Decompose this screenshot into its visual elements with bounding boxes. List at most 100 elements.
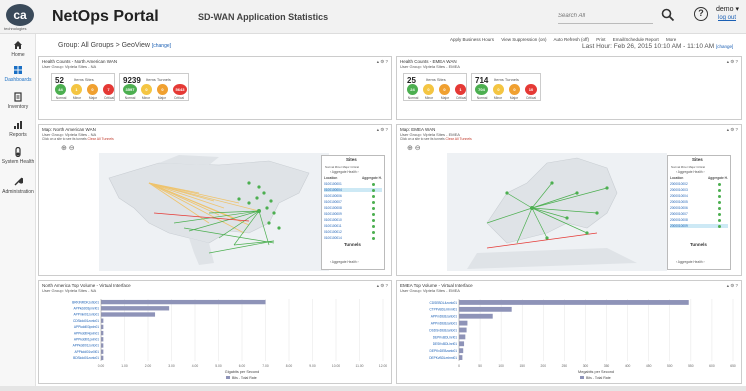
- inventory-icon: [14, 92, 22, 102]
- zoom-controls[interactable]: ⊕ ⊖: [407, 144, 421, 152]
- clear-tunnels-link[interactable]: Clear All Tunnels: [446, 137, 472, 141]
- tunnels-minor-badge[interactable]: 0: [141, 84, 152, 95]
- clear-tunnels-link[interactable]: Clear All Tunnels: [88, 137, 114, 141]
- panel-subtitle: User Group: Viptela Sites - NA: [42, 64, 97, 69]
- location-row[interactable]: 2000010002: [670, 182, 688, 186]
- ca-logo[interactable]: ca: [6, 4, 34, 26]
- location-row[interactable]: 0100100011: [324, 224, 342, 228]
- sidebar-item-administration[interactable]: Administration: [0, 177, 36, 195]
- col-health: Aggregate H.: [362, 176, 382, 180]
- email-schedule-button[interactable]: Email/Schedule Report: [613, 37, 659, 42]
- health-counts-na-panel: Health Counts - North American WAN User …: [38, 56, 392, 120]
- help-icon[interactable]: ?: [694, 7, 708, 21]
- status-label: Major: [88, 96, 98, 100]
- sidebar-item-reports[interactable]: Reports: [0, 120, 36, 138]
- search-icon[interactable]: [661, 8, 675, 22]
- location-row[interactable]: 0100100007: [324, 200, 342, 204]
- gear-icon[interactable]: ▴ ⚙ ?: [727, 127, 738, 133]
- location-row[interactable]: 2000010004: [670, 194, 688, 198]
- sidebar-item-home[interactable]: Home: [0, 40, 36, 58]
- location-row[interactable]: 2000010006: [670, 206, 688, 210]
- location-health-dot: [718, 207, 721, 210]
- aggregate-toggle[interactable]: ‹ Aggregate Health ›: [330, 170, 359, 174]
- top-volume-na-panel: North America Top Volume - Virtual Inter…: [38, 280, 392, 384]
- category-label: APPmDEBzarto01: [431, 321, 457, 325]
- bar: [101, 306, 170, 311]
- tunnels-major-badge[interactable]: 0: [509, 84, 520, 95]
- tunnels-normal-badge[interactable]: 704: [475, 84, 488, 95]
- gear-icon[interactable]: ▴ ⚙ ?: [727, 59, 738, 65]
- status-label: Minor: [493, 96, 503, 100]
- top-bar: ca technologies NetOps Portal SD-WAN App…: [0, 0, 746, 34]
- print-button[interactable]: Print: [596, 37, 605, 42]
- sidebar-item-dashboards[interactable]: Dashboards: [0, 65, 36, 83]
- location-row[interactable]: 0100100012: [324, 230, 342, 234]
- sidebar-item-system-health[interactable]: System Health: [0, 147, 36, 165]
- category-label: APPkddl03pxln01: [74, 325, 99, 329]
- x-tick-label: 450: [646, 364, 652, 368]
- sites-major-badge[interactable]: 0: [439, 84, 450, 95]
- category-label: DEPKvBDLlnrl01: [433, 335, 457, 339]
- health-counts-emea-panel: Health Counts - EMEA WAN User Group: Vip…: [396, 56, 742, 120]
- aggregate-toggle[interactable]: ‹ Aggregate Health ›: [330, 260, 359, 264]
- bar: [459, 300, 689, 305]
- tunnels-critical-badge[interactable]: 5643: [173, 84, 187, 95]
- location-row[interactable]: 0100100009: [324, 212, 342, 216]
- sites-minor-badge[interactable]: 0: [423, 84, 434, 95]
- zoom-controls[interactable]: ⊕ ⊖: [61, 144, 75, 152]
- x-tick-label: 2.00: [145, 364, 152, 368]
- tunnels-normal-badge[interactable]: 3597: [123, 84, 137, 95]
- sites-major-badge[interactable]: 0: [87, 84, 98, 95]
- sites-critical-badge[interactable]: 7: [103, 84, 114, 95]
- location-row[interactable]: 0100100008: [324, 206, 342, 210]
- sites-minor-badge[interactable]: 1: [71, 84, 82, 95]
- sites-normal-badge[interactable]: 24: [407, 84, 418, 95]
- sites-normal-badge[interactable]: 44: [55, 84, 66, 95]
- aggregate-toggle[interactable]: ‹ Aggregate Health ›: [676, 170, 705, 174]
- change-group-link[interactable]: [change]: [152, 43, 171, 49]
- category-label: DEPKvBDLmhmi01: [429, 356, 457, 360]
- location-health-dot: [372, 237, 375, 240]
- logout-link[interactable]: log out: [718, 15, 736, 21]
- more-button[interactable]: More: [666, 37, 676, 42]
- category-label: APPmDEBzarto01: [431, 315, 457, 319]
- home-icon: [14, 41, 22, 49]
- location-health-dot: [718, 213, 721, 216]
- legend-label: Bits - Total Rate: [232, 376, 257, 380]
- bar: [459, 348, 464, 354]
- gear-icon[interactable]: ▴ ⚙ ?: [727, 283, 738, 289]
- sites-critical-badge[interactable]: 1: [455, 84, 466, 95]
- location-row[interactable]: 2000010007: [670, 212, 688, 216]
- x-tick-label: 11.00: [355, 364, 363, 368]
- status-label: Minor: [141, 96, 151, 100]
- location-row[interactable]: 0100100010: [324, 218, 342, 222]
- health-icon: [15, 147, 21, 157]
- location-health-dot: [718, 195, 721, 198]
- auto-refresh-button[interactable]: Auto Refresh (off): [554, 37, 589, 42]
- location-row[interactable]: 0100100001: [324, 182, 342, 186]
- gear-icon[interactable]: ▴ ⚙ ?: [377, 59, 388, 65]
- gear-icon[interactable]: ▴ ⚙ ?: [377, 127, 388, 133]
- search-input[interactable]: [558, 8, 653, 24]
- aggregate-toggle[interactable]: ‹ Aggregate Health ›: [676, 260, 705, 264]
- tunnels-critical-badge[interactable]: 10: [525, 84, 537, 95]
- view-suppression-button[interactable]: View Suppression (on): [501, 37, 546, 42]
- tunnels-minor-badge[interactable]: 0: [493, 84, 504, 95]
- tunnels-major-badge[interactable]: 0: [157, 84, 168, 95]
- na-map[interactable]: [99, 153, 329, 271]
- location-row[interactable]: 0100100014: [324, 236, 342, 240]
- location-row[interactable]: 2000010005: [670, 200, 688, 204]
- gear-icon[interactable]: ▴ ⚙ ?: [377, 283, 388, 289]
- bar: [101, 343, 104, 348]
- location-row[interactable]: 2000010003: [670, 188, 688, 192]
- apply-business-hours-button[interactable]: Apply Business Hours: [450, 37, 494, 42]
- sidebar-item-inventory[interactable]: Inventory: [0, 92, 36, 110]
- category-label: APPkddl01zorto01: [73, 344, 100, 348]
- bar: [101, 349, 104, 354]
- emea-map[interactable]: [447, 153, 667, 271]
- change-time-link[interactable]: [change]: [716, 44, 733, 49]
- user-menu[interactable]: demo ▾: [716, 5, 739, 13]
- location-row[interactable]: 2000010008: [670, 218, 688, 222]
- group-path: Group: All Groups > GeoView: [58, 42, 150, 49]
- location-row[interactable]: 0100100006: [324, 194, 342, 198]
